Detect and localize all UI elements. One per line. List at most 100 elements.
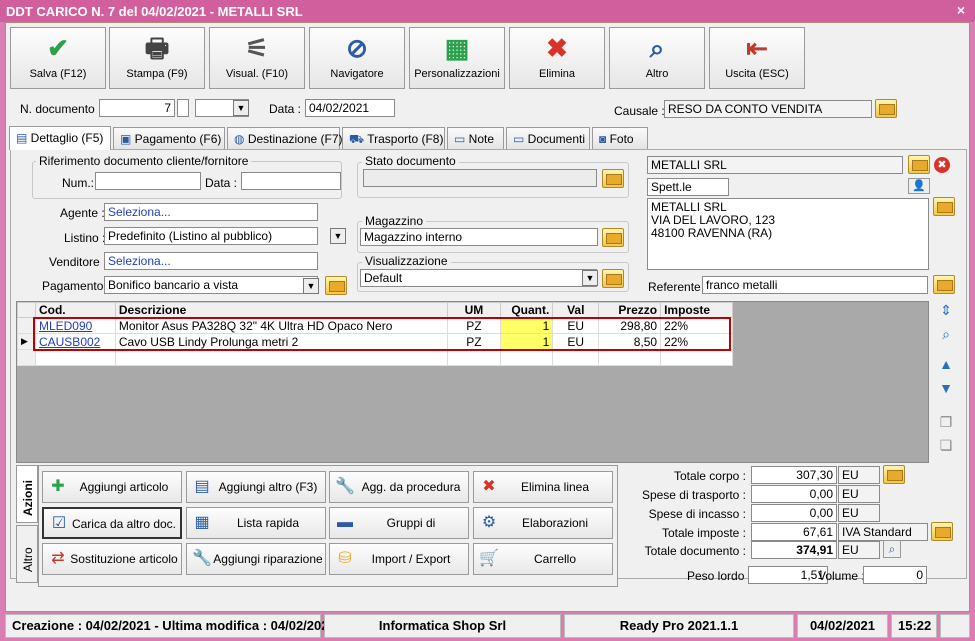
tab-5[interactable]: ▭ Documenti xyxy=(506,127,590,149)
arrow-up-icon[interactable]: ▲ xyxy=(936,354,956,374)
tab-2[interactable]: ◍ Destinazione (F7) xyxy=(227,127,343,149)
referente-field[interactable]: franco metalli xyxy=(702,276,928,294)
data-field[interactable]: 04/02/2021 xyxy=(305,99,395,117)
visualizzazione-group-title: Visualizzazione xyxy=(362,254,451,268)
pagamento-folder-icon[interactable] xyxy=(325,276,347,295)
ndoc-suffix-field[interactable] xyxy=(177,99,189,117)
col-quant-header[interactable]: Quant. xyxy=(500,302,554,318)
move-updown-icon[interactable]: ⇕ xyxy=(936,300,956,320)
stato-field[interactable] xyxy=(363,169,597,187)
address-folder-icon[interactable] xyxy=(933,197,955,216)
toolbar-button-4[interactable]: ▦ Personalizzazioni xyxy=(409,27,505,89)
col-cod-header[interactable]: Cod. xyxy=(34,302,116,318)
total-value[interactable]: 0,00 xyxy=(751,485,837,503)
toolbar-button-6[interactable]: ⌕ Altro xyxy=(609,27,705,89)
action-button-2[interactable]: 🔧 Agg. da procedura xyxy=(329,471,469,503)
pagamento-dropdown-icon[interactable]: ▼ xyxy=(303,278,319,294)
close-window-button[interactable]: × xyxy=(953,2,969,18)
rif-data-field[interactable] xyxy=(241,172,341,190)
cliente-clear-icon[interactable]: ✖ xyxy=(934,157,950,173)
tab-altro[interactable]: Altro xyxy=(16,525,38,583)
tab-azioni[interactable]: Azioni xyxy=(16,465,38,523)
cliente-folder-icon[interactable] xyxy=(908,155,930,174)
total-folder-icon[interactable] xyxy=(883,465,905,484)
magazzino-folder-icon[interactable] xyxy=(602,228,624,247)
cell-empty xyxy=(114,349,448,366)
action-label: Sostituzione articolo xyxy=(70,552,178,566)
action-button-8[interactable]: ⇄ Sostituzione articolo xyxy=(42,543,182,575)
total-value[interactable]: 307,30 xyxy=(751,466,837,484)
total-label: Totale imposte : xyxy=(661,526,746,540)
rif-num-field[interactable] xyxy=(95,172,201,190)
action-button-7[interactable]: ⚙ Elaborazioni xyxy=(473,507,613,539)
listino-dropdown-icon[interactable]: ▼ xyxy=(330,228,346,244)
tab-6[interactable]: ◙ Foto xyxy=(592,127,648,149)
cell-empty xyxy=(552,349,600,366)
col-um-header[interactable]: UM xyxy=(446,302,502,318)
visualizzazione-dropdown-icon[interactable]: ▼ xyxy=(582,270,598,286)
cliente-address-box[interactable]: METALLI SRL VIA DEL LAVORO, 123 48100 RA… xyxy=(647,198,929,270)
total-value[interactable]: 0 xyxy=(863,566,927,584)
col-val-header[interactable]: Val xyxy=(552,302,600,318)
action-button-0[interactable]: ✚Aggiungi articolo (F4) xyxy=(42,471,182,524)
spett-field[interactable]: Spett.le xyxy=(647,178,729,196)
toolbar-button-3[interactable]: ⊘ Navigatore xyxy=(309,27,405,89)
venditore-field[interactable]: Seleziona... xyxy=(104,252,318,270)
total-label: Volume : xyxy=(818,569,865,583)
action-button-9[interactable]: 🔧 Aggiungi riparazione xyxy=(186,543,326,575)
visualizzazione-select[interactable]: Default xyxy=(360,269,597,287)
cliente-name-field[interactable]: METALLI SRL xyxy=(647,156,903,174)
listino-select[interactable]: Predefinito (Listino al pubblico) xyxy=(104,227,318,245)
truck-icon: ⛟ xyxy=(349,132,368,146)
cell-empty xyxy=(34,349,116,366)
action-button-1[interactable]: ▤ Aggiungi altro (F3) xyxy=(186,471,326,503)
search-icon[interactable]: ⌕ xyxy=(936,324,956,344)
tab-0[interactable]: ▤ Dettaglio (F5) xyxy=(9,126,111,150)
stato-folder-icon[interactable] xyxy=(602,169,624,188)
magazzino-field[interactable]: Magazzino interno xyxy=(360,228,598,246)
action-button-6[interactable]: ▬Gruppi di inserimento xyxy=(329,507,469,560)
col-descrizione-header[interactable]: Descrizione xyxy=(114,302,448,318)
tab-4[interactable]: ▭ Note xyxy=(447,127,504,149)
action-label: Elimina linea xyxy=(520,480,590,494)
agente-field[interactable]: Seleziona... xyxy=(104,203,318,221)
ndoc-field[interactable]: 7 xyxy=(99,99,175,117)
causale-field[interactable]: RESO DA CONTO VENDITA xyxy=(664,100,872,118)
toolbar-button-label: Elimina xyxy=(538,68,576,80)
action-button-4[interactable]: ☑ Carica da altro doc. xyxy=(42,507,182,539)
toolbar-button-1[interactable]: 🖶 Stampa (F9) xyxy=(109,27,205,89)
total-folder-icon[interactable] xyxy=(931,522,953,541)
delete-x-icon: ✖ xyxy=(482,478,496,495)
action-label: Import / Export xyxy=(371,552,451,566)
toolbar-button-2[interactable]: ⚟ Visual. (F10) xyxy=(209,27,305,89)
total-value[interactable]: 67,61 xyxy=(751,523,837,541)
cell-empty xyxy=(598,349,662,366)
ndoc-series-dropdown-icon[interactable]: ▼ xyxy=(233,100,249,116)
total-value[interactable]: 1,51 xyxy=(748,566,828,584)
total-value[interactable]: 0,00 xyxy=(751,504,837,522)
zoom-icon[interactable]: ⌕ xyxy=(883,540,901,558)
action-button-3[interactable]: ✖ Elimina linea xyxy=(473,471,613,503)
action-button-11[interactable]: 🛒 Carrello xyxy=(473,543,613,575)
action-button-5[interactable]: ▦ Lista rapida xyxy=(186,507,326,539)
causale-folder-icon[interactable] xyxy=(875,99,897,118)
pagamento-select[interactable]: Bonifico bancario a vista xyxy=(104,276,318,294)
col-prezzo-header[interactable]: Prezzo xyxy=(598,302,662,318)
toolbar-button-7[interactable]: ⇤ Uscita (ESC) xyxy=(709,27,805,89)
tab-1[interactable]: ▣ Pagamento (F6) xyxy=(113,127,225,149)
toolbar-button-5[interactable]: ✖ Elimina xyxy=(509,27,605,89)
toolbar-button-0[interactable]: ✔ Salva (F12) xyxy=(10,27,106,89)
col-imposte-header[interactable]: Imposte xyxy=(660,302,733,318)
paste-icon[interactable]: ❏ xyxy=(936,435,956,455)
tab-3[interactable]: ⛟ Trasporto (F8) xyxy=(342,127,445,149)
visualizzazione-folder-icon[interactable] xyxy=(602,269,624,288)
arrow-down-icon[interactable]: ▼ xyxy=(936,378,956,398)
selection-highlight xyxy=(33,317,731,351)
total-value[interactable]: 374,91 xyxy=(751,541,837,559)
note-icon: ▭ xyxy=(454,132,469,146)
person-icon[interactable]: 👤 xyxy=(908,178,930,194)
referente-folder-icon[interactable] xyxy=(933,275,955,294)
table-row-empty[interactable] xyxy=(17,349,733,366)
copy-icon[interactable]: ❐ xyxy=(936,412,956,432)
action-button-10[interactable]: ⛁ Import / Export xyxy=(329,543,469,575)
